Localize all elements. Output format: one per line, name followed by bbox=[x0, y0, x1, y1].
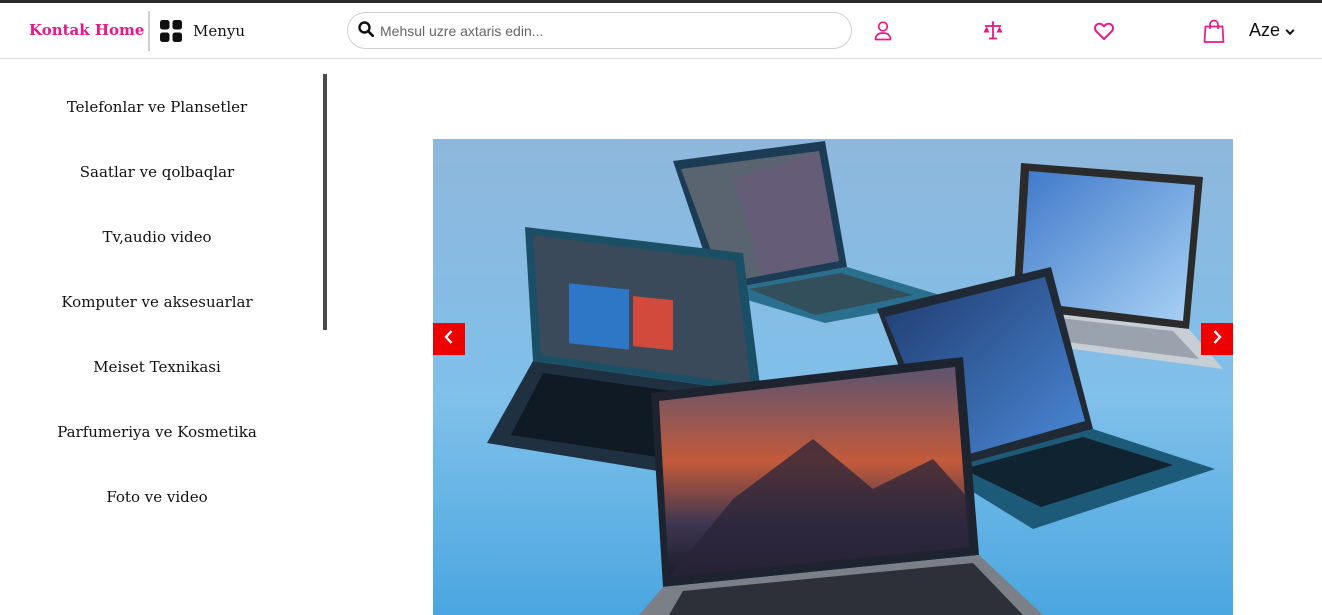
search-icon bbox=[358, 20, 375, 41]
sidebar-item-tv-audio-video[interactable]: Tv,audio video bbox=[0, 228, 314, 246]
search-box bbox=[347, 12, 852, 49]
sidebar-item-watches-bracelets[interactable]: Saatlar ve qolbaqlar bbox=[0, 163, 314, 181]
sidebar-item-photo-video[interactable]: Foto ve video bbox=[0, 488, 314, 506]
bag-icon[interactable] bbox=[1202, 18, 1226, 43]
heart-icon[interactable] bbox=[1092, 19, 1116, 43]
menu-label: Menyu bbox=[193, 22, 246, 40]
slider-next-button[interactable] bbox=[1201, 323, 1233, 355]
search-input[interactable] bbox=[380, 22, 830, 39]
user-icon[interactable] bbox=[871, 19, 895, 43]
header-divider bbox=[148, 11, 150, 51]
menu-button[interactable]: Menyu bbox=[160, 17, 245, 45]
sidebar-item-phones-tablets[interactable]: Telefonlar ve Plansetler bbox=[0, 98, 314, 116]
chevron-left-icon bbox=[443, 329, 455, 349]
language-selector[interactable]: Aze bbox=[1249, 20, 1295, 41]
chevron-down-icon bbox=[1280, 20, 1295, 41]
sidebar-item-perfume-cosmetics[interactable]: Parfumeriya ve Kosmetika bbox=[0, 423, 314, 441]
brand-logo-link[interactable]: Kontak Home bbox=[29, 21, 144, 39]
sidebar-item-computers-accessories[interactable]: Komputer ve aksesuarlar bbox=[0, 293, 314, 311]
chevron-right-icon bbox=[1211, 329, 1223, 349]
sidebar-scrollbar[interactable] bbox=[323, 74, 327, 330]
sidebar-item-home-appliances[interactable]: Meiset Texnikasi bbox=[0, 358, 314, 376]
site-header: Kontak Home Menyu Mehsul uzre axtaris ed… bbox=[0, 3, 1322, 59]
scales-icon[interactable] bbox=[981, 19, 1005, 43]
grid-icon bbox=[160, 20, 182, 42]
laptops-photo bbox=[433, 139, 1233, 615]
language-label: Aze bbox=[1249, 20, 1281, 40]
slider-prev-button[interactable] bbox=[433, 323, 465, 355]
banner-slider bbox=[433, 139, 1233, 615]
